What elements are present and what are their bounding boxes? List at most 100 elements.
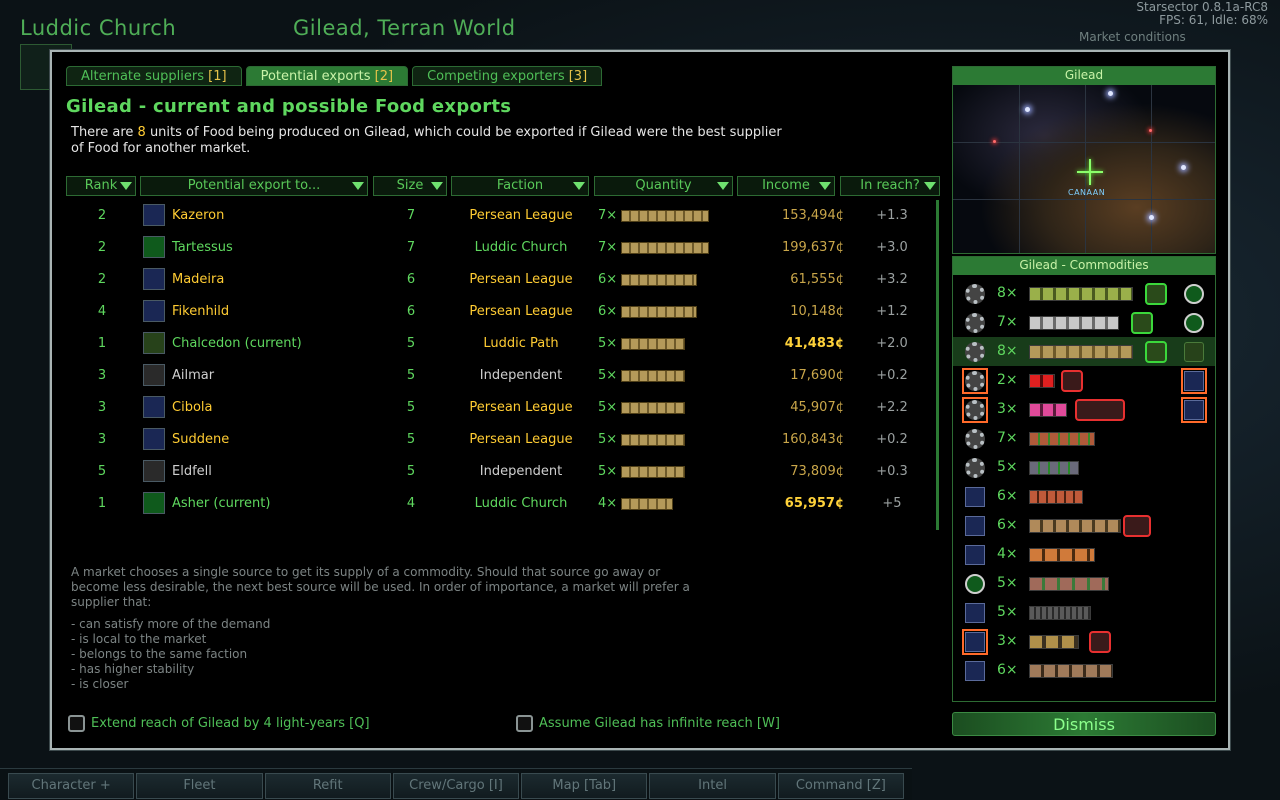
production-gear-icon bbox=[965, 429, 985, 449]
quantity-cell: 7× bbox=[598, 200, 738, 232]
col-label: Size bbox=[396, 178, 424, 193]
tab-competing-exporters[interactable]: Competing exporters [3] bbox=[412, 66, 603, 86]
list-item[interactable]: 8× bbox=[953, 279, 1215, 308]
commodity-units-icon bbox=[1029, 432, 1095, 446]
table-row[interactable]: 2 Madeira 6 Persean League 6× 61,555¢ +3… bbox=[66, 264, 940, 296]
col-in-reach[interactable]: In reach? bbox=[840, 176, 940, 196]
list-item[interactable]: 6× bbox=[953, 656, 1215, 685]
col-quantity[interactable]: Quantity bbox=[594, 176, 733, 196]
checkbox-box[interactable] bbox=[516, 714, 533, 732]
table-row[interactable]: 5 Eldfell 5 Independent 5× 73,809¢ +0.3 bbox=[66, 456, 940, 488]
list-item[interactable]: 4× bbox=[953, 540, 1215, 569]
col-export-to[interactable]: Potential export to... bbox=[140, 176, 368, 196]
list-item[interactable]: 6× bbox=[953, 511, 1215, 540]
list-item[interactable]: 7× bbox=[953, 308, 1215, 337]
reach-cell: +0.2 bbox=[876, 432, 908, 447]
list-item[interactable]: 5× bbox=[953, 453, 1215, 482]
production-gear-icon bbox=[965, 284, 985, 304]
tab-potential-exports[interactable]: Potential exports [2] bbox=[245, 66, 409, 86]
quantity-cell: 5× bbox=[598, 360, 738, 392]
food-units-icon bbox=[621, 209, 710, 222]
list-item[interactable]: 6× bbox=[953, 482, 1215, 511]
import-commodity-icon bbox=[1089, 631, 1111, 653]
nav-tab-intel[interactable]: Intel bbox=[649, 773, 776, 799]
market-name: Tartessus bbox=[172, 240, 233, 255]
size-cell: 5 bbox=[406, 432, 416, 447]
system-map[interactable]: CANAAN bbox=[953, 85, 1215, 253]
food-units-icon bbox=[621, 337, 686, 350]
persean-league-icon bbox=[143, 204, 165, 226]
persean-league-icon bbox=[965, 632, 985, 652]
version-fps-readout: Starsector 0.8.1a-RC8 FPS: 61, Idle: 68% bbox=[1136, 1, 1268, 27]
luddic-church-icon bbox=[1184, 284, 1204, 304]
nav-tab-fleet[interactable]: Fleet bbox=[136, 773, 263, 799]
exports-table-header: Rank Potential export to... Size Faction… bbox=[66, 176, 940, 196]
table-row[interactable]: 2 Kazeron 7 Persean League 7× 153,494¢ +… bbox=[66, 200, 940, 232]
col-label: Income bbox=[762, 178, 810, 193]
export-commodity-icon bbox=[1145, 283, 1167, 305]
independent-icon bbox=[143, 460, 165, 482]
quantity-count: 6× bbox=[598, 304, 618, 319]
col-faction[interactable]: Faction bbox=[451, 176, 589, 196]
col-income[interactable]: Income bbox=[737, 176, 835, 196]
faction-cell: Luddic Church bbox=[474, 240, 568, 255]
table-row[interactable]: 3 Suddene 5 Persean League 5× 160,843¢ +… bbox=[66, 424, 940, 456]
persean-league-icon bbox=[1184, 371, 1204, 391]
star-icon bbox=[1108, 91, 1113, 96]
commodity-qty: 8× bbox=[997, 343, 1018, 359]
col-size[interactable]: Size bbox=[373, 176, 447, 196]
quantity-count: 4× bbox=[598, 496, 618, 511]
infinite-reach-checkbox[interactable]: Assume Gilead has infinite reach [W] bbox=[516, 714, 780, 732]
nav-tab-command[interactable]: Command [Z] bbox=[777, 773, 904, 799]
list-item[interactable]: 3× bbox=[953, 395, 1215, 424]
market-conditions-label[interactable]: Market conditions bbox=[1079, 30, 1186, 44]
production-gear-icon bbox=[965, 342, 985, 362]
table-row[interactable]: 3 Cibola 5 Persean League 5× 45,907¢ +2.… bbox=[66, 392, 940, 424]
tab-alternate-suppliers[interactable]: Alternate suppliers [1] bbox=[66, 66, 242, 86]
food-units-icon bbox=[1029, 345, 1133, 359]
reach-cell: +1.3 bbox=[876, 208, 908, 223]
sort-arrow-icon bbox=[352, 182, 364, 190]
table-row[interactable]: 2 Tartessus 7 Luddic Church 7× 199,637¢ … bbox=[66, 232, 940, 264]
list-item[interactable]: 3× bbox=[953, 627, 1215, 656]
table-scrollbar[interactable] bbox=[936, 200, 939, 530]
table-row[interactable]: 3 Ailmar 5 Independent 5× 17,690¢ +0.2 bbox=[66, 360, 940, 392]
table-row[interactable]: 4 Fikenhild 6 Persean League 6× 10,148¢ … bbox=[66, 296, 940, 328]
nav-tab-character[interactable]: Character + bbox=[8, 773, 135, 799]
background-world-name: Gilead, Terran World bbox=[293, 16, 516, 40]
commodity-units-icon bbox=[1029, 606, 1091, 620]
list-item: - belongs to the same faction bbox=[71, 647, 248, 661]
list-item[interactable]: 5× bbox=[953, 598, 1215, 627]
rank-cell: 3 bbox=[97, 400, 107, 415]
nav-tab-refit[interactable]: Refit bbox=[264, 773, 391, 799]
income-cell: 153,494¢ bbox=[781, 208, 844, 223]
reach-cell: +5 bbox=[882, 496, 902, 511]
exports-table-body: 2 Kazeron 7 Persean League 7× 153,494¢ +… bbox=[66, 200, 940, 520]
independent-icon bbox=[143, 364, 165, 386]
extend-reach-checkbox[interactable]: Extend reach of Gilead by 4 light-years … bbox=[68, 714, 370, 732]
market-name: Asher (current) bbox=[172, 496, 271, 511]
import-commodity-icon bbox=[1075, 399, 1125, 421]
nav-tab-map[interactable]: Map [Tab] bbox=[521, 773, 648, 799]
market-name: Chalcedon (current) bbox=[172, 336, 302, 351]
market-name: Madeira bbox=[172, 272, 225, 287]
dismiss-button[interactable]: Dismiss bbox=[952, 712, 1216, 736]
checkbox-box[interactable] bbox=[68, 714, 85, 732]
list-item[interactable]: 2× bbox=[953, 366, 1215, 395]
faction-cell: Independent bbox=[479, 368, 563, 383]
production-gear-icon bbox=[965, 458, 985, 478]
sort-arrow-icon bbox=[819, 182, 831, 190]
commodity-qty: 3× bbox=[997, 401, 1018, 417]
table-row[interactable]: 1 Asher (current) 4 Luddic Church 4× 65,… bbox=[66, 488, 940, 520]
desc-units: 8 bbox=[137, 125, 146, 140]
quantity-count: 5× bbox=[598, 432, 618, 447]
sort-arrow-icon bbox=[924, 182, 936, 190]
nav-tab-crew-cargo[interactable]: Crew/Cargo [I] bbox=[392, 773, 520, 799]
size-cell: 5 bbox=[406, 336, 416, 351]
list-item[interactable]: 7× bbox=[953, 424, 1215, 453]
commodity-units-icon bbox=[1029, 461, 1079, 475]
table-row[interactable]: 1 Chalcedon (current) 5 Luddic Path 5× 4… bbox=[66, 328, 940, 360]
list-item[interactable]: 8× bbox=[953, 337, 1215, 366]
list-item[interactable]: 5× bbox=[953, 569, 1215, 598]
col-rank[interactable]: Rank bbox=[66, 176, 136, 196]
